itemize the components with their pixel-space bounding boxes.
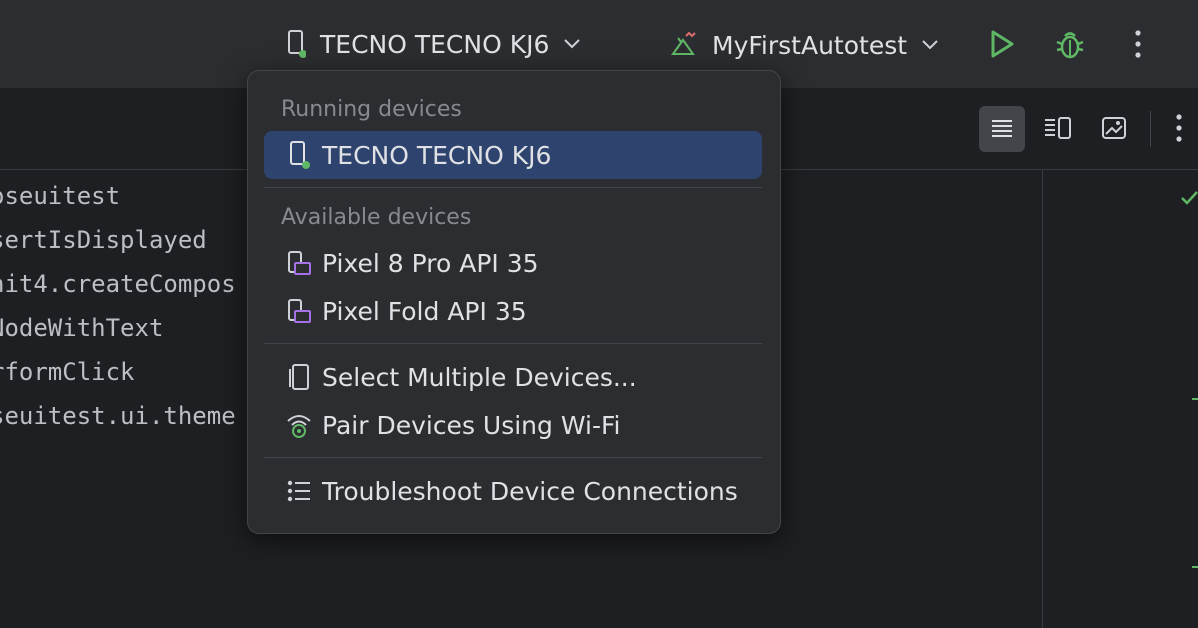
code-line: sertIsDisplayed (0, 226, 207, 254)
separator (264, 187, 762, 188)
emulator-icon (282, 287, 316, 335)
wifi-icon (282, 401, 316, 449)
scroll-marker (1192, 398, 1198, 400)
running-device-item[interactable]: TECNO TECNO KJ6 (264, 131, 762, 179)
action-label: Pair Devices Using Wi-Fi (322, 410, 621, 440)
scroll-marker (1192, 566, 1198, 568)
chevron-down-icon (563, 38, 581, 50)
separator (1150, 111, 1151, 147)
code-line: rformClick (0, 358, 135, 386)
debug-button[interactable] (1048, 22, 1092, 66)
inspection-ok-icon (1180, 190, 1198, 210)
code-line: NodeWithText (0, 314, 164, 342)
code-line: seuitest.ui.theme (0, 402, 236, 430)
device-name: TECNO TECNO KJ6 (322, 140, 552, 170)
code-view-button[interactable] (979, 106, 1025, 152)
design-view-button[interactable] (1092, 106, 1136, 150)
separator (264, 457, 762, 458)
running-devices-header: Running devices (281, 97, 462, 122)
more-options-button[interactable] (1162, 106, 1196, 150)
troubleshoot-item[interactable]: Troubleshoot Device Connections (264, 467, 762, 515)
code-line: oseuitest (0, 182, 121, 210)
run-config-label: MyFirstAutotest (712, 30, 908, 60)
action-label: Troubleshoot Device Connections (322, 476, 738, 506)
available-device-item[interactable]: Pixel 8 Pro API 35 (264, 239, 762, 287)
separator (264, 343, 762, 344)
device-name: Pixel 8 Pro API 35 (322, 248, 539, 278)
run-button[interactable] (980, 22, 1024, 66)
chevron-down-icon (921, 39, 939, 51)
more-options-button[interactable] (1116, 22, 1160, 66)
action-label: Select Multiple Devices... (322, 362, 637, 392)
list-icon (282, 467, 316, 515)
split-view-button[interactable] (1036, 106, 1080, 150)
run-config-selector[interactable]: MyFirstAutotest (670, 27, 939, 63)
bug-icon (1056, 32, 1084, 59)
device-selector[interactable]: TECNO TECNO KJ6 (286, 26, 581, 62)
pair-wifi-item[interactable]: Pair Devices Using Wi-Fi (264, 401, 762, 449)
device-selector-label: TECNO TECNO KJ6 (320, 29, 550, 59)
split-view-icon (1045, 117, 1071, 139)
multiple-devices-icon (282, 353, 316, 401)
run-icon (991, 30, 1014, 58)
available-device-item[interactable]: Pixel Fold API 35 (264, 287, 762, 335)
code-view-icon (992, 120, 1012, 137)
code-line: nit4.createCompos (0, 270, 236, 298)
emulator-icon (282, 239, 316, 287)
select-multiple-devices-item[interactable]: Select Multiple Devices... (264, 353, 762, 401)
more-vertical-icon (1176, 114, 1182, 142)
phone-icon (282, 131, 316, 179)
device-dropdown-popup: Running devices TECNO TECNO KJ6 Availabl… (247, 70, 781, 534)
available-devices-header: Available devices (281, 205, 472, 230)
phone-icon (286, 29, 307, 59)
android-test-icon (670, 32, 698, 58)
image-icon (1102, 117, 1126, 139)
device-name: Pixel Fold API 35 (322, 296, 527, 326)
editor-divider (1042, 170, 1043, 628)
more-vertical-icon (1135, 30, 1141, 58)
